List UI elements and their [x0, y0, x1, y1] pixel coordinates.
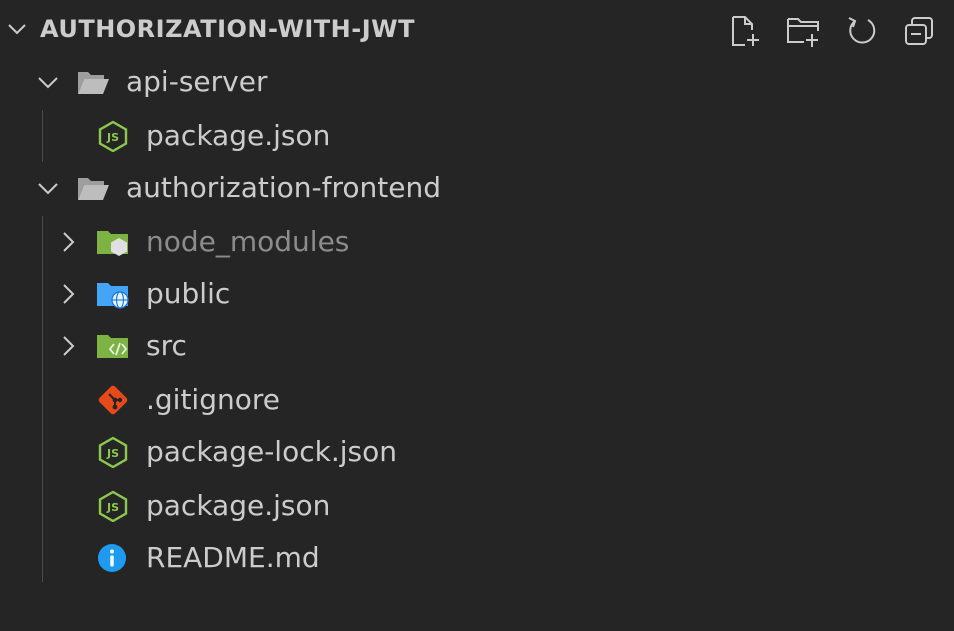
folder-label: src [146, 329, 187, 362]
new-folder-icon [787, 18, 819, 47]
new-file-icon [732, 16, 759, 46]
tree-file-gitignore[interactable]: .gitignore [0, 374, 954, 426]
file-label: README.md [146, 541, 320, 574]
file-label: .gitignore [146, 383, 280, 416]
folder-label: authorization-frontend [126, 171, 441, 204]
tree-folder-public[interactable]: public [0, 268, 954, 320]
explorer-panel: AUTHORIZATION-WITH-JWT api-server JS pac… [0, 0, 954, 631]
collapse-all-button[interactable] [900, 12, 938, 50]
nodejs-icon: JS [98, 436, 128, 468]
svg-text:JS: JS [106, 447, 119, 460]
folder-label: node_modules [146, 225, 350, 258]
chevron-down-icon[interactable] [6, 18, 28, 40]
explorer-header[interactable]: AUTHORIZATION-WITH-JWT [0, 0, 954, 58]
chevron-down-icon[interactable] [36, 176, 60, 200]
explorer-actions [706, 12, 938, 50]
chevron-right-icon[interactable] [56, 334, 80, 358]
chevron-down-icon[interactable] [36, 70, 60, 94]
refresh-button[interactable] [842, 12, 880, 50]
tree-folder-api-server[interactable]: api-server [0, 56, 954, 108]
file-label: package-lock.json [146, 435, 397, 468]
tree-folder-src[interactable]: src [0, 320, 954, 372]
tree-file-package-lock-json[interactable]: JS package-lock.json [0, 426, 954, 478]
chevron-right-icon[interactable] [56, 282, 80, 306]
tree-folder-node-modules[interactable]: node_modules [0, 216, 954, 268]
nodejs-icon: JS [98, 120, 128, 152]
svg-text:JS: JS [106, 131, 119, 144]
nodejs-icon: JS [98, 490, 128, 522]
tree-file-package-json[interactable]: JS package.json [0, 480, 954, 532]
src-folder-icon [97, 335, 128, 358]
collapse-all-icon [905, 17, 933, 45]
folder-open-icon [78, 178, 109, 200]
refresh-icon [848, 17, 876, 44]
svg-text:JS: JS [106, 501, 119, 514]
folder-label: api-server [126, 65, 268, 98]
public-folder-icon [97, 283, 129, 309]
tree-file-readme[interactable]: README.md [0, 532, 954, 584]
new-folder-button[interactable] [784, 12, 822, 50]
folder-label: public [146, 277, 231, 310]
file-label: package.json [146, 489, 331, 522]
folder-open-icon [78, 72, 109, 94]
chevron-right-icon[interactable] [56, 230, 80, 254]
node-modules-folder-icon [97, 231, 128, 256]
workspace-title: AUTHORIZATION-WITH-JWT [40, 15, 415, 43]
tree-file-package-json[interactable]: JS package.json [0, 110, 954, 162]
file-label: package.json [146, 119, 331, 152]
git-icon [98, 385, 128, 415]
new-file-button[interactable] [726, 12, 764, 50]
info-icon [98, 544, 126, 572]
tree-folder-authorization-frontend[interactable]: authorization-frontend [0, 162, 954, 214]
